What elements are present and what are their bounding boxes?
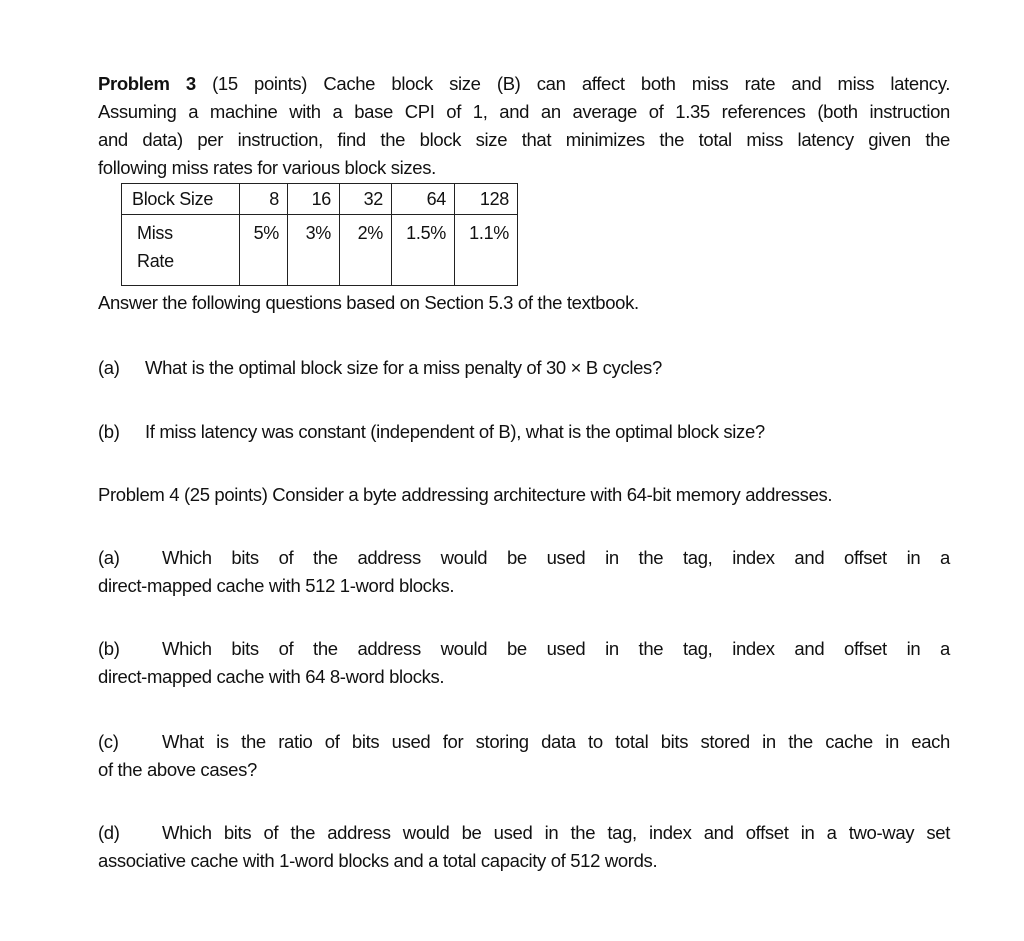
block-size-cell: 32 [339, 183, 392, 215]
miss-rate-table: Block Size 8 16 32 64 128 Miss Rate 5% 3%… [121, 183, 518, 286]
problem-3-question-b: (b) If miss latency was constant (indepen… [98, 418, 950, 446]
miss-rate-cell: 2% [339, 214, 392, 286]
block-size-cell: 128 [454, 183, 518, 215]
row-header-miss-rate: Miss Rate [121, 214, 240, 286]
problem-4-question-b: (b) Which bits of the address would be us… [98, 635, 950, 691]
problem-3-intro-line-3: and data) per instruction, find the bloc… [98, 129, 950, 150]
table-row-miss-rate: Miss Rate 5% 3% 2% 1.5% 1.1% [121, 214, 518, 286]
answer-note: Answer the following questions based on … [98, 292, 639, 313]
problem-3-intro-line-1: Problem 3 (15 points) Cache block size (… [98, 73, 951, 94]
problem-3-question-a: (a) What is the optimal block size for a … [98, 354, 950, 382]
question-label: (b) [98, 638, 120, 659]
problem-4-question-a: (a) Which bits of the address would be us… [98, 544, 950, 600]
block-size-cell: 8 [239, 183, 288, 215]
block-size-cell: 64 [391, 183, 455, 215]
question-text: If miss latency was constant (independen… [145, 421, 765, 442]
question-label: (a) [98, 547, 120, 568]
question-text-line-2: associative cache with 1-word blocks and… [98, 850, 658, 871]
question-text-line-2: direct-mapped cache with 512 1-word bloc… [98, 575, 455, 596]
problem-3-title: Problem 3 [98, 73, 196, 94]
block-size-cell: 16 [287, 183, 340, 215]
question-text-line-2: of the above cases? [98, 759, 257, 780]
problem-3-intro: Problem 3 (15 points) Cache block size (… [98, 70, 950, 182]
question-label: (d) [98, 822, 120, 843]
question-text-line-2: direct-mapped cache with 64 8-word block… [98, 666, 445, 687]
miss-rate-cell: 3% [287, 214, 340, 286]
problem-3-intro-line-4: following miss rates for various block s… [98, 157, 436, 178]
miss-rate-cell: 5% [239, 214, 288, 286]
miss-rate-cell: 1.5% [391, 214, 455, 286]
miss-rate-table-container: Block Size 8 16 32 64 128 Miss Rate 5% 3%… [121, 183, 518, 286]
question-text-line-1: Which bits of the address would be used … [162, 638, 950, 659]
question-text-line-1: Which bits of the address would be used … [162, 547, 950, 568]
problem-4-question-d: (d) Which bits of the address would be us… [98, 819, 950, 875]
question-label: (c) [98, 731, 119, 752]
question-label: (a) [98, 357, 120, 378]
problem-4-question-c: (c) What is the ratio of bits used for st… [98, 728, 950, 784]
question-text: What is the optimal block size for a mis… [145, 357, 662, 378]
question-text-line-1: Which bits of the address would be used … [162, 822, 950, 843]
miss-rate-cell: 1.1% [454, 214, 518, 286]
question-text-line-1: What is the ratio of bits used for stori… [162, 731, 950, 752]
problem-4-intro: Problem 4 (25 points) Consider a byte ad… [98, 484, 833, 505]
row-header-block-size: Block Size [121, 183, 240, 215]
problem-3-intro-line-2: Assuming a machine with a base CPI of 1,… [98, 101, 950, 122]
table-row-block-size: Block Size 8 16 32 64 128 [121, 183, 518, 215]
question-label: (b) [98, 421, 120, 442]
